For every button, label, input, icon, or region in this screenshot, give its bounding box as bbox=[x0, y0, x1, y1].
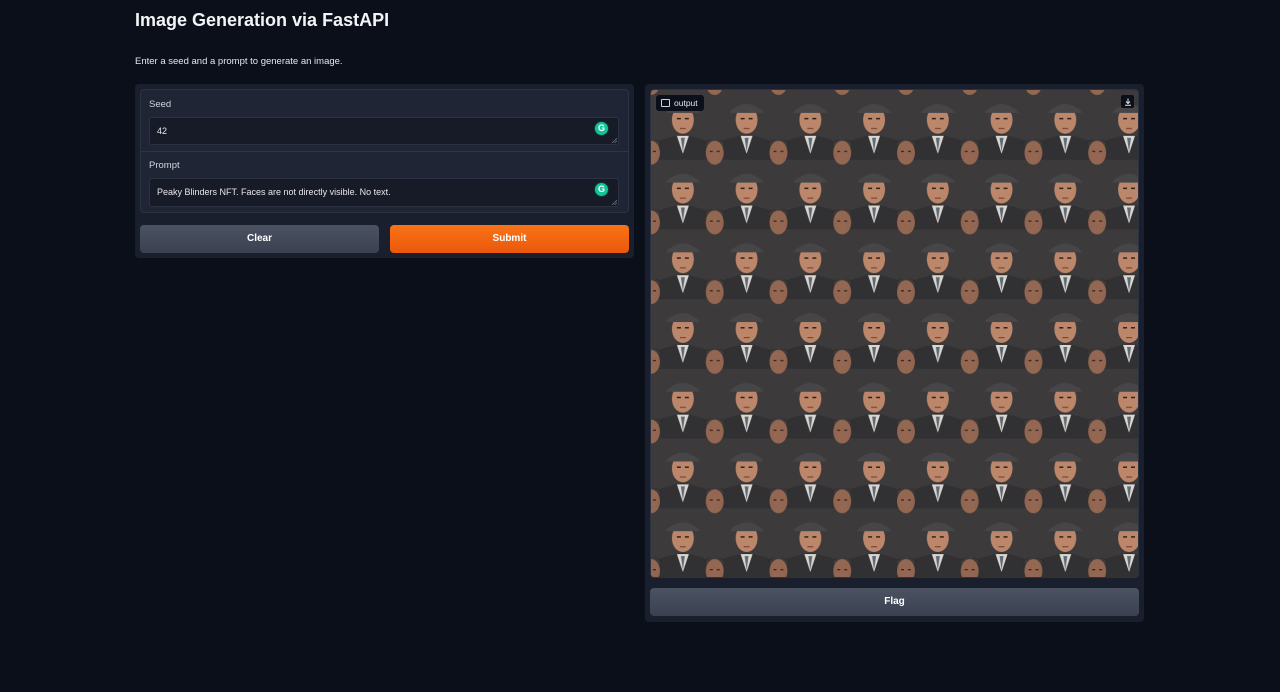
download-icon bbox=[1124, 98, 1131, 106]
generated-image-art bbox=[651, 90, 1138, 577]
clear-button[interactable]: Clear bbox=[140, 225, 379, 253]
resize-handle-icon[interactable] bbox=[611, 137, 617, 143]
page-title: Image Generation via FastAPI bbox=[135, 10, 390, 30]
seed-value: 42 bbox=[157, 126, 168, 136]
grammarly-icon[interactable]: G bbox=[594, 182, 609, 197]
output-label: output bbox=[656, 95, 704, 111]
page-description: Enter a seed and a prompt to generate an… bbox=[135, 56, 343, 67]
form-block: Seed 42 G Prompt Peaky Blinders NFT. Fac… bbox=[140, 89, 629, 213]
prompt-value: Peaky Blinders NFT. Faces are not direct… bbox=[157, 187, 391, 197]
prompt-input[interactable]: Peaky Blinders NFT. Faces are not direct… bbox=[149, 178, 619, 207]
seed-label: Seed bbox=[149, 99, 172, 110]
prompt-label: Prompt bbox=[149, 160, 180, 171]
output-label-text: output bbox=[674, 98, 698, 108]
image-icon bbox=[661, 99, 670, 107]
grammarly-icon[interactable]: G bbox=[594, 121, 609, 136]
output-panel: output Flag bbox=[645, 84, 1144, 622]
seed-field: Seed 42 G bbox=[141, 90, 628, 152]
resize-handle-icon[interactable] bbox=[611, 199, 617, 205]
flag-button[interactable]: Flag bbox=[650, 588, 1139, 616]
input-panel: Seed 42 G Prompt Peaky Blinders NFT. Fac… bbox=[135, 84, 634, 258]
prompt-field: Prompt Peaky Blinders NFT. Faces are not… bbox=[141, 151, 628, 212]
submit-button[interactable]: Submit bbox=[390, 225, 629, 253]
download-button[interactable] bbox=[1121, 95, 1134, 108]
output-image[interactable]: output bbox=[650, 89, 1139, 578]
seed-input[interactable]: 42 G bbox=[149, 117, 619, 145]
